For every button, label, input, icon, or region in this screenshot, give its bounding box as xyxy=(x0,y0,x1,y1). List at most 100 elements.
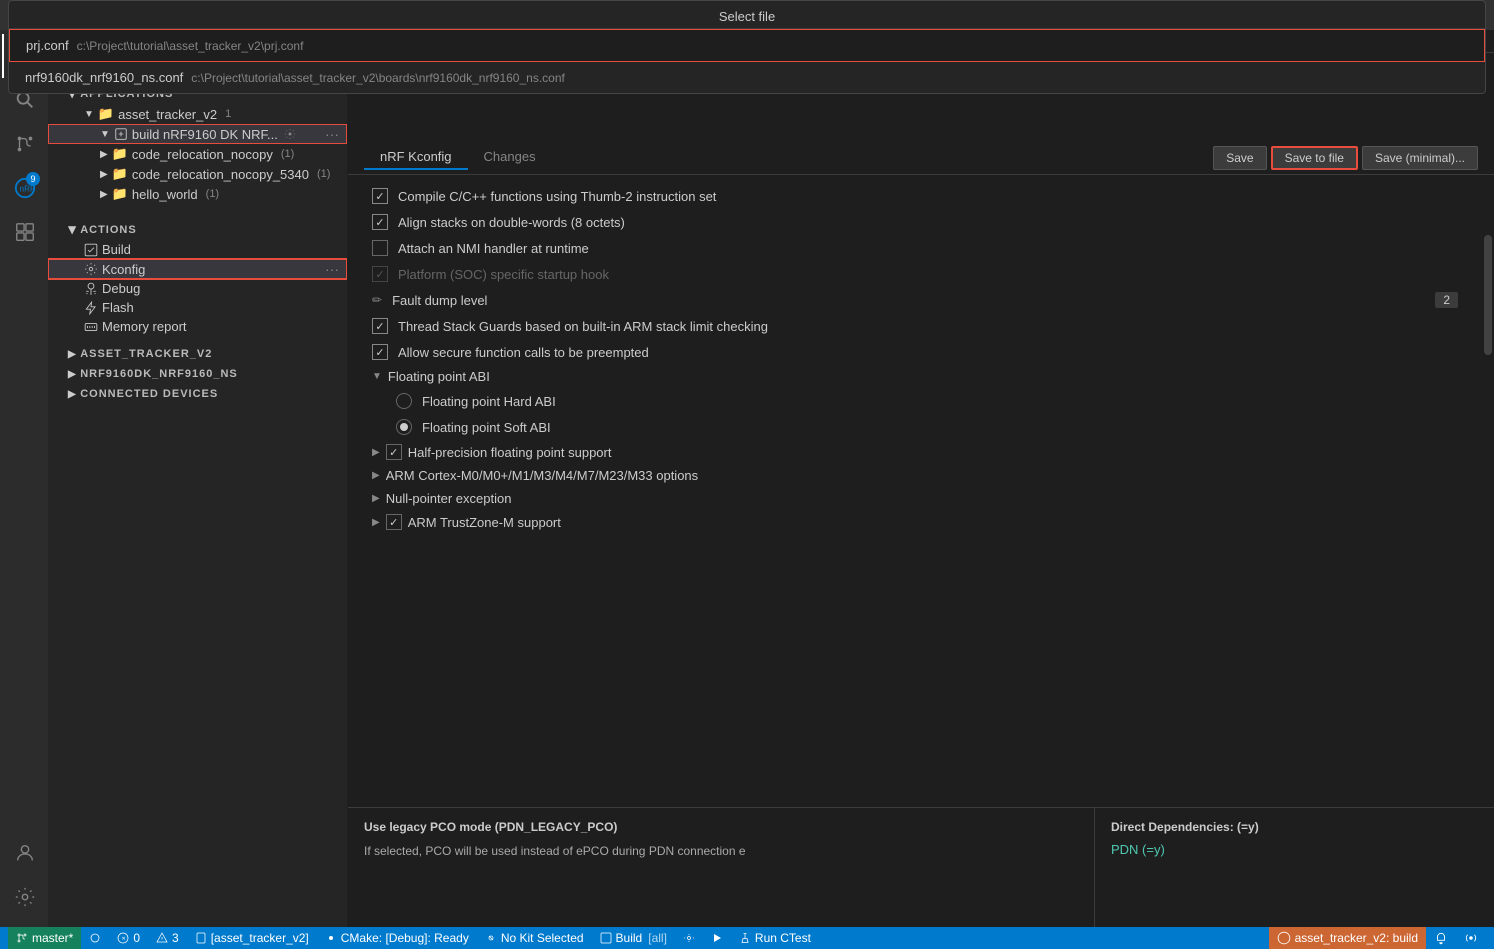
code-reloc-badge: (1) xyxy=(281,148,294,160)
status-bell[interactable] xyxy=(1426,927,1456,949)
status-build[interactable]: Build [all] xyxy=(592,927,675,949)
section-asset-v2[interactable]: ▶ ASSET_TRACKER_V2 xyxy=(48,344,347,364)
section-actions[interactable]: ▶ ACTIONS xyxy=(48,220,347,240)
action-flash[interactable]: Flash xyxy=(48,298,347,317)
hello-badge: (1) xyxy=(206,188,219,200)
status-cmake[interactable]: CMake: [Debug]: Ready xyxy=(317,927,477,949)
value-fault[interactable]: 2 xyxy=(1435,292,1458,308)
build-icon xyxy=(114,127,128,141)
save-to-file-btn[interactable]: Save to file xyxy=(1271,146,1358,170)
label-nmi: Attach an NMI handler at runtime xyxy=(398,241,1458,256)
kconfig-item-align[interactable]: ✓ Align stacks on double-words (8 octets… xyxy=(348,209,1482,235)
git-icon xyxy=(16,932,28,944)
check-startup: ✓ xyxy=(372,266,388,282)
action-kconfig[interactable]: Kconfig ··· xyxy=(48,259,347,279)
bell-icon xyxy=(1434,931,1448,945)
modal-item-prj[interactable]: prj.conf c:\Project\tutorial\asset_track… xyxy=(348,30,1485,62)
modal-item-conf[interactable]: nrf9160dk_nrf9160_ns.conf c:\Project\tut… xyxy=(348,62,1485,93)
activity-source-control[interactable] xyxy=(2,122,46,166)
run-icon xyxy=(711,932,723,944)
check-secure[interactable]: ✓ xyxy=(372,344,388,360)
chevron-actions: ▶ xyxy=(67,226,78,234)
activity-nrf[interactable]: nRF 9 xyxy=(2,166,46,210)
radio-fp-hard[interactable] xyxy=(396,393,412,409)
no-kit-label: No Kit Selected xyxy=(501,931,584,945)
actions-label: ACTIONS xyxy=(80,224,137,236)
tree-code-reloc-5340[interactable]: ▶ 📁 code_relocation_nocopy_5340 (1) xyxy=(48,164,347,184)
cmake-icon xyxy=(325,932,337,944)
tree-code-reloc[interactable]: ▶ 📁 code_relocation_nocopy (1) xyxy=(48,144,347,164)
status-bar: master* ✕ 0 3 [asset_tracker_v2] CMake: … xyxy=(0,927,1494,949)
save-minimal-btn[interactable]: Save (minimal)... xyxy=(1362,146,1478,170)
action-debug[interactable]: Debug xyxy=(48,279,347,298)
activity-bottom xyxy=(2,831,46,927)
status-broadcast[interactable] xyxy=(1456,927,1486,949)
kconfig-item-thumb2[interactable]: ✓ Compile C/C++ functions using Thumb-2 … xyxy=(348,183,1482,209)
modal-item-conf-path: c:\Project\tutorial\asset_tracker_v2\boa… xyxy=(348,71,565,85)
status-project[interactable]: [asset_tracker_v2] xyxy=(187,927,317,949)
label-fp-hard: Floating point Hard ABI xyxy=(422,394,1458,409)
activity-extensions[interactable] xyxy=(2,210,46,254)
kconfig-item-fp-soft[interactable]: Floating point Soft ABI xyxy=(348,414,1482,440)
tree-build-item[interactable]: ▼ build nRF9160 DK NRF... ··· xyxy=(48,124,347,144)
kconfig-content: ✓ Compile C/C++ functions using Thumb-2 … xyxy=(348,175,1494,807)
hello-world-label: hello_world xyxy=(132,187,198,202)
tree-asset-tracker[interactable]: ▼ 📁 asset_tracker_v2 1 xyxy=(48,104,347,124)
gear-icon xyxy=(284,128,296,140)
label-cortex: ARM Cortex-M0/M0+/M1/M3/M4/M7/M23/M33 op… xyxy=(386,468,698,483)
check-align[interactable]: ✓ xyxy=(372,214,388,230)
chevron-reloc5340: ▶ xyxy=(100,169,108,180)
check-thread-guard[interactable]: ✓ xyxy=(372,318,388,334)
folder-icon-reloc: 📁 xyxy=(112,146,128,162)
scroll-thumb[interactable] xyxy=(1484,235,1492,355)
status-run-arrow[interactable] xyxy=(703,927,731,949)
status-warnings[interactable]: 3 xyxy=(148,927,187,949)
check-trustzone[interactable]: ✓ xyxy=(386,514,402,530)
action-build[interactable]: Build xyxy=(48,240,347,259)
status-branch[interactable]: master* xyxy=(8,927,81,949)
kconfig-item-startup[interactable]: ✓ Platform (SOC) specific startup hook xyxy=(348,261,1482,287)
build-more-btn[interactable]: ··· xyxy=(325,126,339,142)
tab-changes[interactable]: Changes xyxy=(468,145,552,170)
kconfig-item-fault[interactable]: ✏ Fault dump level 2 xyxy=(348,287,1482,313)
status-errors[interactable]: ✕ 0 xyxy=(109,927,148,949)
check-nmi[interactable] xyxy=(372,240,388,256)
error-icon: ✕ xyxy=(117,932,129,944)
kconfig-list: ✓ Compile C/C++ functions using Thumb-2 … xyxy=(348,175,1482,807)
kconfig-group-null-ptr[interactable]: ▶ Null-pointer exception xyxy=(348,487,1482,510)
kconfig-group-fp[interactable]: ▼ Floating point ABI xyxy=(348,365,1482,388)
action-kconfig-label: Kconfig xyxy=(102,262,145,277)
kconfig-item-fp-hard[interactable]: Floating point Hard ABI xyxy=(348,388,1482,414)
kconfig-item-nmi[interactable]: Attach an NMI handler at runtime xyxy=(348,235,1482,261)
status-sync[interactable] xyxy=(81,927,109,949)
save-btn[interactable]: Save xyxy=(1213,146,1266,170)
kconfig-group-trustzone[interactable]: ▶ ✓ ARM TrustZone-M support xyxy=(348,510,1482,534)
label-thumb2: Compile C/C++ functions using Thumb-2 in… xyxy=(398,189,1458,204)
tree-hello-world[interactable]: ▶ 📁 hello_world (1) xyxy=(48,184,347,204)
kconfig-item-thread-guard[interactable]: ✓ Thread Stack Guards based on built-in … xyxy=(348,313,1482,339)
settings-status-icon xyxy=(683,932,695,944)
kconfig-toolbar: nRF Kconfig Changes Save Save to file Sa… xyxy=(348,141,1494,175)
tab-nrf-kconfig[interactable]: nRF Kconfig xyxy=(364,145,468,170)
section-connected[interactable]: ▶ CONNECTED DEVICES xyxy=(48,384,347,404)
build-action-icon xyxy=(84,243,98,257)
status-run-ctest[interactable]: Run CTest xyxy=(731,927,819,949)
section-nrf9160[interactable]: ▶ NRF9160DK_NRF9160_NS xyxy=(48,364,347,384)
status-build-settings[interactable] xyxy=(675,927,703,949)
radio-fp-soft[interactable] xyxy=(396,419,412,435)
scroll-track[interactable] xyxy=(1482,175,1494,807)
action-memory[interactable]: Memory report xyxy=(48,317,347,336)
status-no-kit[interactable]: No Kit Selected xyxy=(477,927,592,949)
activity-settings[interactable] xyxy=(2,875,46,919)
broadcast-icon xyxy=(1464,931,1478,945)
kconfig-group-half-prec[interactable]: ▶ ✓ Half-precision floating point suppor… xyxy=(348,440,1482,464)
activity-account[interactable] xyxy=(2,831,46,875)
kconfig-group-cortex[interactable]: ▶ ARM Cortex-M0/M0+/M1/M3/M4/M7/M23/M33 … xyxy=(348,464,1482,487)
sidebar: NRF CONNECT ··· ▶ WELCOME ▶ APPLICATIONS… xyxy=(48,30,348,927)
kconfig-item-secure[interactable]: ✓ Allow secure function calls to be pree… xyxy=(348,339,1482,365)
kconfig-more-btn[interactable]: ··· xyxy=(325,261,339,277)
status-build-tag[interactable]: asset_tracker_v2: build xyxy=(1269,927,1426,949)
panel-pco-title: Use legacy PCO mode (PDN_LEGACY_PCO) xyxy=(364,820,1078,834)
check-half-prec[interactable]: ✓ xyxy=(386,444,402,460)
check-thumb2[interactable]: ✓ xyxy=(372,188,388,204)
